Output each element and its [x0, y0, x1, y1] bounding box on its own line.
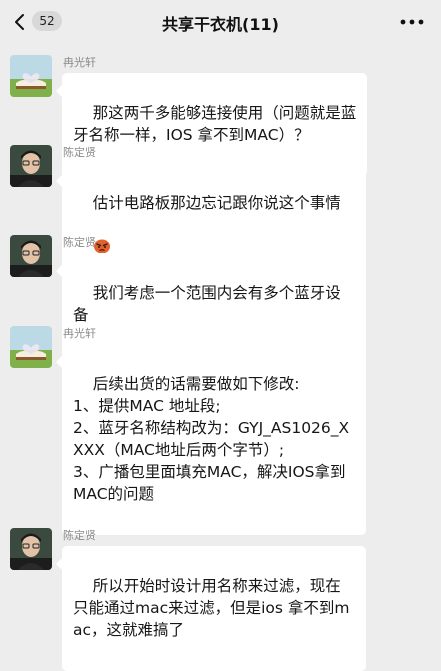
message-bubble[interactable]: 后续出货的话需要做如下修改: 1、提供MAC 地址段; 2、蓝牙名称结构改为：G… — [56, 344, 366, 535]
message-text: 那这两千多能够连接使用（问题就是蓝牙名称一样，IOS 拿不到MAC）？ — [73, 104, 357, 144]
sender-name: 陈定贤 — [63, 529, 96, 542]
sender-name: 冉光轩 — [63, 56, 96, 69]
message-text: 估计电路板那边忘记跟你说这个事情 — [92, 194, 341, 212]
sender-name: 陈定贤 — [63, 146, 96, 159]
message-text: 后续出货的话需要做如下修改: 1、提供MAC 地址段; 2、蓝牙名称结构改为：G… — [73, 375, 350, 503]
message-text: 我们考虑一个范围内会有多个蓝牙设备 — [73, 284, 341, 324]
avatar-ran[interactable] — [10, 55, 52, 97]
more-dots-icon[interactable] — [399, 16, 425, 28]
avatar-chen[interactable] — [10, 145, 52, 187]
message-bubble[interactable]: 那这两千多能够连接使用（问题就是蓝牙名称一样，IOS 拿不到MAC）？ — [56, 73, 367, 176]
chat-header: 52 共享干衣机(11) — [0, 0, 441, 44]
message-bubble[interactable]: 所以开始时设计用名称来过滤，现在只能通过mac来过滤，但是ios 拿不到mac，… — [56, 546, 366, 671]
sender-name: 冉光轩 — [63, 327, 96, 340]
message-text: 所以开始时设计用名称来过滤，现在只能通过mac来过滤，但是ios 拿不到mac，… — [73, 577, 350, 639]
message-bubble[interactable]: 我们考虑一个范围内会有多个蓝牙设备 — [56, 253, 366, 356]
avatar-chen[interactable] — [10, 235, 52, 277]
avatar-chen[interactable] — [10, 528, 52, 570]
avatar-ran[interactable] — [10, 326, 52, 368]
chat-title: 共享干衣机(11) — [162, 15, 279, 34]
sender-name: 陈定贤 — [63, 236, 96, 249]
